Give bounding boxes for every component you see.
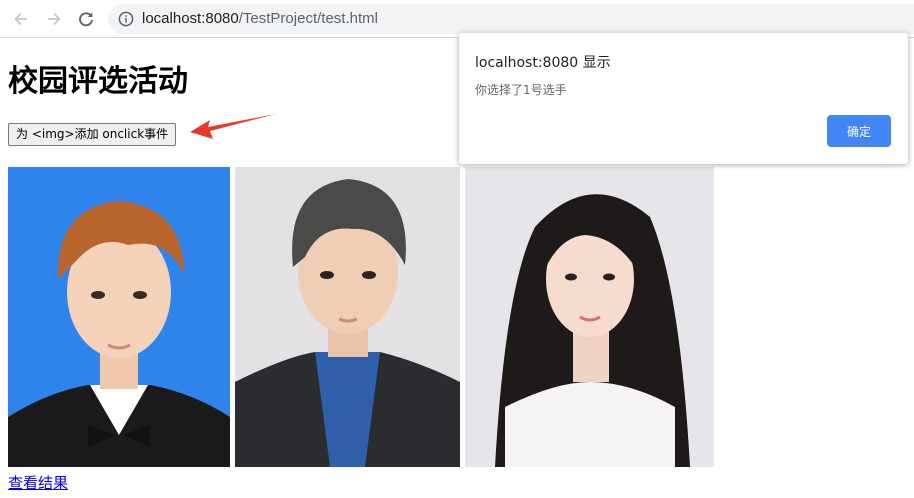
red-arrow-annotation	[190, 114, 276, 139]
alert-dialog: localhost:8080 显示 你选择了1号选手 确定	[459, 33, 908, 164]
forward-button[interactable]	[42, 7, 66, 31]
view-results-link[interactable]: 查看结果	[8, 472, 68, 493]
url-path: /TestProject/test.html	[238, 10, 378, 27]
dialog-title: localhost:8080 显示	[475, 55, 611, 71]
ok-button[interactable]: 确定	[827, 115, 891, 147]
candidate-1-photo[interactable]	[8, 167, 230, 467]
arrow-left-icon	[14, 12, 27, 26]
url-host: localhost:8080	[142, 10, 239, 27]
url-text: localhost:8080/TestProject/test.html	[142, 10, 378, 27]
info-icon[interactable]	[118, 11, 134, 27]
candidate-3-photo[interactable]	[465, 167, 714, 467]
address-bar[interactable]: localhost:8080/TestProject/test.html	[108, 4, 914, 34]
back-button[interactable]	[9, 7, 33, 31]
page-title: 校园评选活动	[8, 64, 188, 99]
reload-button[interactable]	[74, 7, 98, 31]
add-onclick-button[interactable]: 为 <img>添加 onclick事件	[8, 123, 177, 146]
dialog-message: 你选择了1号选手	[475, 83, 567, 97]
reload-icon	[79, 12, 93, 27]
candidate-2-photo[interactable]	[235, 167, 460, 467]
arrow-right-icon	[48, 12, 61, 26]
